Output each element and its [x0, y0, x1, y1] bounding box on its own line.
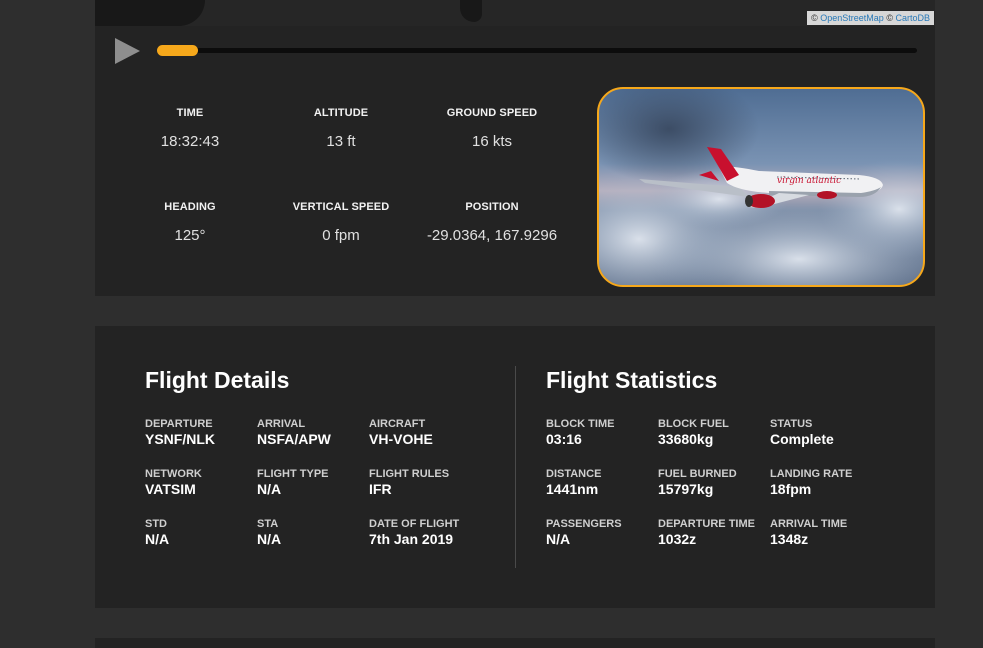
- attribution-prefix: ©: [811, 13, 818, 23]
- replay-timeline[interactable]: [157, 45, 917, 56]
- field-network: NETWORK VATSIM: [145, 468, 257, 498]
- stat-ground-speed-value: 16 kts: [471, 133, 513, 150]
- field-value: NSFA/APW: [257, 431, 331, 447]
- stat-passengers: PASSENGERS N/A: [546, 518, 658, 548]
- field-flight-type: FLIGHT TYPE N/A: [257, 468, 369, 498]
- field-label: AIRCRAFT: [369, 418, 426, 430]
- field-date-of-flight: DATE OF FLIGHT 7th Jan 2019: [369, 518, 499, 548]
- field-value: YSNF/NLK: [145, 431, 215, 447]
- stat-block-time: BLOCK TIME 03:16: [546, 418, 658, 448]
- field-departure: DEPARTURE YSNF/NLK: [145, 418, 257, 448]
- field-label: PASSENGERS: [546, 518, 622, 530]
- stat-altitude-label: ALTITUDE: [313, 107, 369, 119]
- field-label: NETWORK: [145, 468, 202, 480]
- stat-altitude: ALTITUDE 13 ft: [266, 107, 416, 150]
- field-sta: STA N/A: [257, 518, 369, 548]
- flight-details-panel: Flight Details Flight Statistics DEPARTU…: [95, 326, 935, 608]
- stat-arrival-time: ARRIVAL TIME 1348z: [770, 518, 882, 548]
- field-value: 1348z: [770, 531, 809, 547]
- osm-link[interactable]: OpenStreetMap: [820, 13, 884, 23]
- stat-status: STATUS Complete: [770, 418, 882, 448]
- flight-map[interactable]: © OpenStreetMap © CartoDB: [95, 0, 935, 26]
- stat-position: POSITION -29.0364, 167.9296: [417, 201, 567, 244]
- field-value: VH-VOHE: [369, 431, 433, 447]
- flight-details-title: Flight Details: [145, 367, 290, 393]
- field-label: FLIGHT TYPE: [257, 468, 329, 480]
- map-landmass: [95, 0, 205, 26]
- field-value: 03:16: [546, 431, 582, 447]
- flight-statistics-title: Flight Statistics: [546, 367, 718, 393]
- field-arrival: ARRIVAL NSFA/APW: [257, 418, 369, 448]
- field-label: FUEL BURNED: [658, 468, 737, 480]
- carto-link[interactable]: CartoDB: [895, 13, 930, 23]
- field-label: DATE OF FLIGHT: [369, 518, 460, 530]
- field-aircraft: AIRCRAFT VH-VOHE: [369, 418, 481, 448]
- stat-altitude-value: 13 ft: [326, 133, 356, 150]
- field-label: ARRIVAL: [257, 418, 306, 430]
- stat-distance: DISTANCE 1441nm: [546, 468, 658, 498]
- field-label: LANDING RATE: [770, 468, 853, 480]
- field-flight-rules: FLIGHT RULES IFR: [369, 468, 481, 498]
- aircraft-photo: virgin atlantic: [597, 87, 925, 287]
- attribution-sep: ©: [886, 13, 893, 23]
- field-label: ARRIVAL TIME: [770, 518, 848, 530]
- field-value: N/A: [145, 531, 170, 547]
- stat-time-label: TIME: [176, 107, 204, 119]
- stat-fuel-burned: FUEL BURNED 15797kg: [658, 468, 770, 498]
- field-label: DEPARTURE TIME: [658, 518, 755, 530]
- stat-heading-value: 125°: [174, 227, 206, 244]
- field-value: 15797kg: [658, 481, 714, 497]
- stat-heading: HEADING 125°: [115, 201, 265, 244]
- stat-vertical-speed: VERTICAL SPEED 0 fpm: [266, 201, 416, 244]
- field-std: STD N/A: [145, 518, 257, 548]
- play-icon: [115, 38, 140, 64]
- field-value: Complete: [770, 431, 834, 447]
- field-value: VATSIM: [145, 481, 196, 497]
- field-value: 1441nm: [546, 481, 599, 497]
- stat-departure-time: DEPARTURE TIME 1032z: [658, 518, 770, 548]
- stat-ground-speed-label: GROUND SPEED: [446, 107, 538, 119]
- stat-ground-speed: GROUND SPEED 16 kts: [417, 107, 567, 150]
- stat-time: TIME 18:32:43: [115, 107, 265, 150]
- field-value: 7th Jan 2019: [369, 531, 454, 547]
- field-label: STD: [145, 518, 167, 530]
- stat-vertical-speed-value: 0 fpm: [322, 227, 360, 244]
- section-divider: [515, 366, 516, 568]
- stat-time-value: 18:32:43: [160, 133, 220, 150]
- field-label: DEPARTURE: [145, 418, 213, 430]
- play-button[interactable]: [113, 37, 141, 65]
- stat-landing-rate: LANDING RATE 18fpm: [770, 468, 882, 498]
- stat-vertical-speed-label: VERTICAL SPEED: [292, 201, 390, 213]
- field-label: BLOCK TIME: [546, 418, 615, 430]
- field-value: 18fpm: [770, 481, 812, 497]
- field-value: N/A: [257, 531, 282, 547]
- field-label: STA: [257, 518, 279, 530]
- field-value: N/A: [546, 531, 571, 547]
- field-value: 1032z: [658, 531, 697, 547]
- map-island: [460, 0, 482, 22]
- aircraft-image: virgin atlantic: [599, 89, 923, 285]
- stat-block-fuel: BLOCK FUEL 33680kg: [658, 418, 770, 448]
- stat-heading-label: HEADING: [164, 201, 216, 213]
- field-value: N/A: [257, 481, 282, 497]
- field-label: DISTANCE: [546, 468, 602, 480]
- field-label: FLIGHT RULES: [369, 468, 450, 480]
- stat-position-value: -29.0364, 167.9296: [426, 227, 558, 244]
- field-value: IFR: [369, 481, 392, 497]
- field-label: STATUS: [770, 418, 813, 430]
- next-panel: [95, 638, 935, 648]
- timeline-progress-handle[interactable]: [157, 45, 199, 56]
- stat-position-label: POSITION: [465, 201, 519, 213]
- map-attribution: © OpenStreetMap © CartoDB: [807, 11, 934, 25]
- replay-panel: TIME 18:32:43 ALTITUDE 13 ft GROUND SPEE…: [95, 26, 935, 296]
- field-label: BLOCK FUEL: [658, 418, 729, 430]
- field-value: 33680kg: [658, 431, 714, 447]
